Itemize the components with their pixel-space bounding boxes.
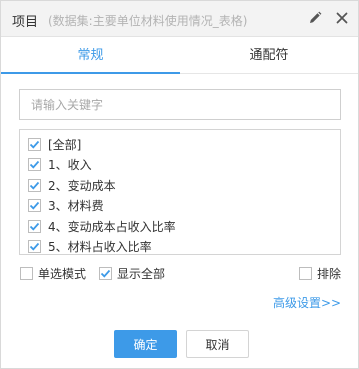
- advanced-settings-link[interactable]: 高级设置>>: [273, 294, 341, 311]
- item-list: [全部] 1、收入 2、变动成本 3、材料费 4、变动成本占收入比率 5、材料占…: [19, 129, 341, 255]
- dialog-title: 项目: [12, 15, 39, 30]
- list-item-label: [全部]: [48, 137, 82, 152]
- list-item-label: 2、变动成本: [48, 178, 116, 193]
- ok-button[interactable]: 确定: [114, 330, 177, 358]
- show-all-option[interactable]: 显示全部: [99, 263, 165, 283]
- dialog-titlebar: 项目 (数据集:主要单位材料使用情况_表格): [1, 1, 358, 37]
- list-item-all[interactable]: [全部]: [20, 134, 340, 155]
- list-item[interactable]: 5、材料占收入比率: [20, 237, 340, 258]
- active-tab-indicator: [1, 72, 180, 74]
- checkbox-icon[interactable]: [28, 137, 41, 151]
- checkbox-icon[interactable]: [28, 240, 41, 254]
- tab-wildcard[interactable]: 通配符: [180, 38, 358, 74]
- single-mode-label: 单选模式: [38, 266, 87, 281]
- exclude-option[interactable]: 排除: [299, 263, 341, 283]
- single-mode-option[interactable]: 单选模式: [20, 263, 86, 283]
- show-all-checkbox[interactable]: [99, 266, 112, 280]
- list-item-label: 3、材料费: [48, 199, 104, 214]
- filter-options: 单选模式 显示全部 排除: [19, 263, 341, 283]
- checkbox-icon[interactable]: [28, 199, 41, 213]
- tab-normal[interactable]: 常规: [1, 38, 180, 74]
- list-item-label: 5、材料占收入比率: [48, 240, 152, 255]
- item-filter-dialog: 项目 (数据集:主要单位材料使用情况_表格) 常规 通配符 [全部] 1、收入: [0, 0, 359, 369]
- show-all-label: 显示全部: [117, 266, 166, 281]
- checkbox-icon[interactable]: [28, 219, 41, 233]
- tab-bar: 常规 通配符: [1, 38, 358, 74]
- checkbox-icon[interactable]: [28, 178, 41, 192]
- exclude-label: 排除: [317, 266, 342, 281]
- checkbox-icon[interactable]: [28, 158, 41, 172]
- list-item-label: 1、收入: [48, 158, 92, 173]
- exclude-checkbox[interactable]: [299, 266, 312, 280]
- search-input[interactable]: [19, 89, 341, 120]
- list-item-label: 4、变动成本占收入比率: [48, 219, 176, 234]
- list-item[interactable]: 2、变动成本: [20, 175, 340, 196]
- single-mode-checkbox[interactable]: [20, 266, 33, 280]
- dialog-subtitle: (数据集:主要单位材料使用情况_表格): [48, 14, 248, 28]
- close-icon[interactable]: [334, 10, 350, 26]
- list-item[interactable]: 3、材料费: [20, 196, 340, 217]
- cancel-button[interactable]: 取消: [186, 330, 249, 358]
- pencil-icon[interactable]: [307, 10, 323, 26]
- list-item[interactable]: 1、收入: [20, 155, 340, 176]
- list-item[interactable]: 4、变动成本占收入比率: [20, 216, 340, 237]
